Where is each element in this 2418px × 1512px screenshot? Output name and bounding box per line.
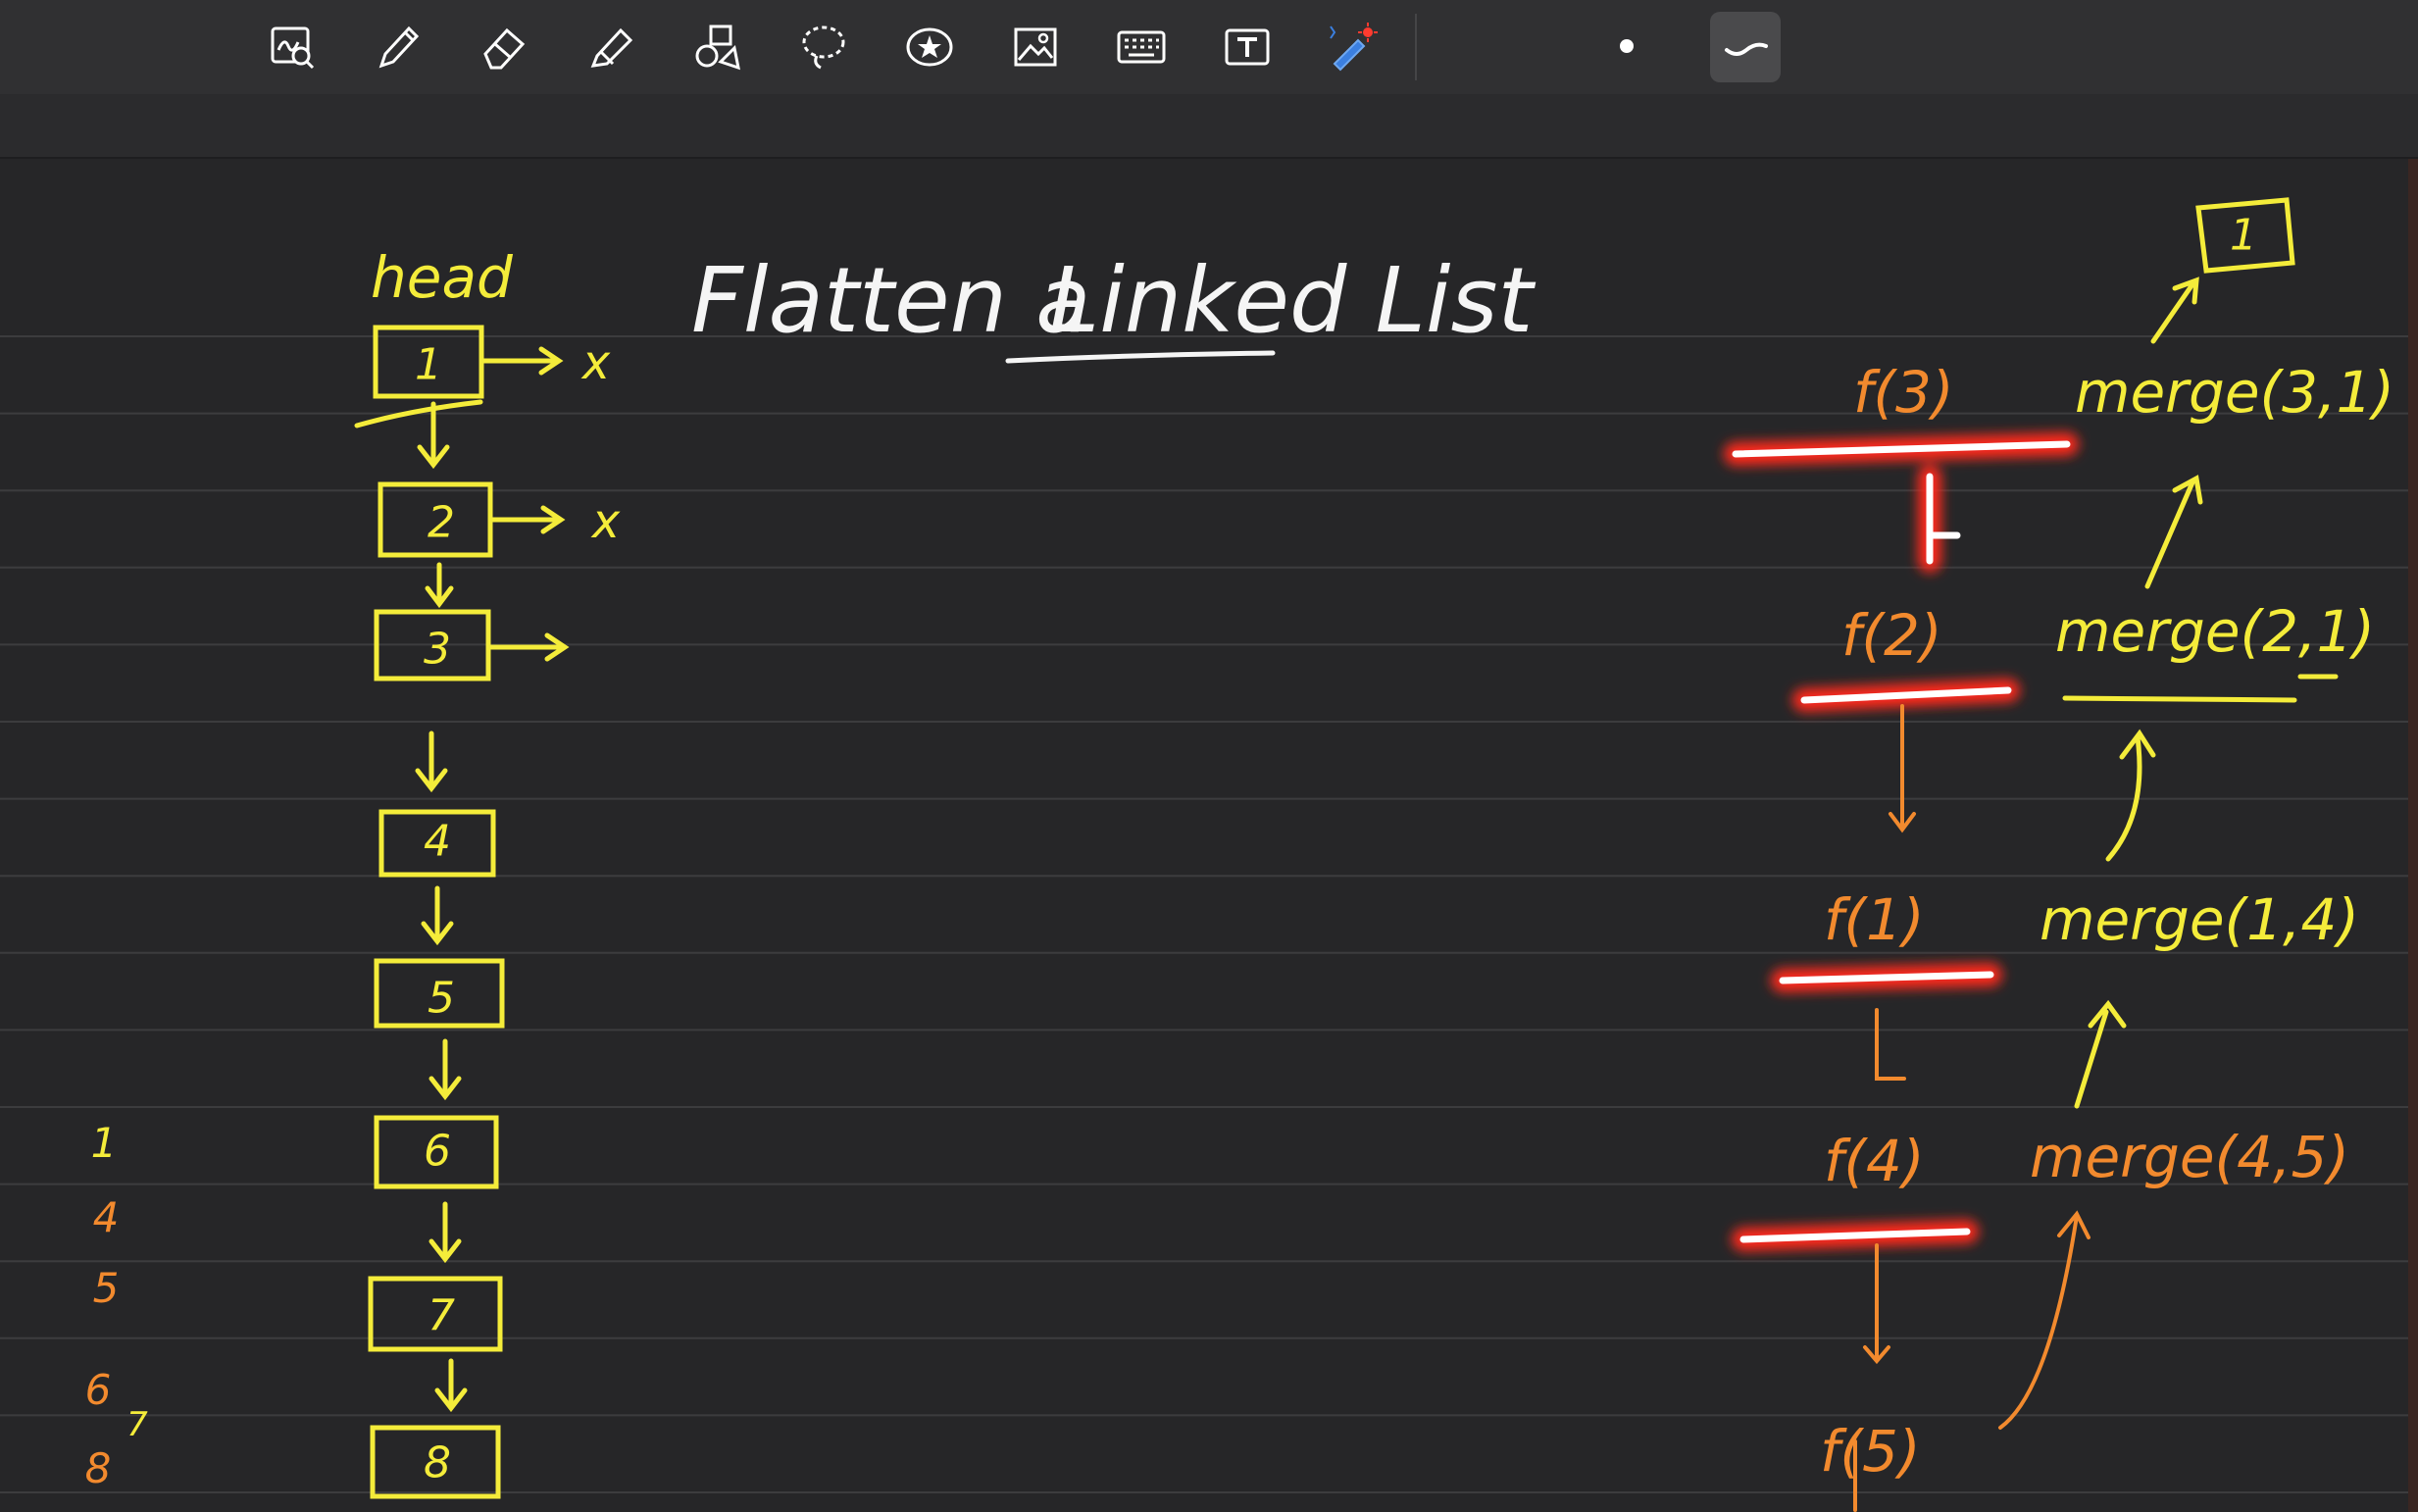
side-number: 7: [126, 1405, 148, 1444]
eraser-icon: [483, 27, 526, 70]
null-mark: x: [590, 494, 621, 549]
result-box: 1: [2150, 197, 2295, 344]
keyboard-tool[interactable]: [1106, 12, 1177, 82]
side-number: 8: [85, 1444, 112, 1492]
sticker-tool[interactable]: [894, 12, 965, 82]
list-node: 5: [374, 958, 505, 1029]
stroke-size-icon[interactable]: [1620, 39, 1634, 53]
laser-pointer-icon: [1330, 23, 1378, 72]
laser-strokes: [1724, 432, 2079, 1251]
toolbar: [0, 0, 2418, 94]
call-label: f(4): [1824, 1128, 1925, 1194]
merge-label: merge(3,1): [2075, 359, 2394, 426]
side-number: 1: [91, 1119, 118, 1167]
keyboard-icon: [1117, 30, 1166, 64]
list-node: 2: [378, 481, 493, 558]
shapes-icon: [695, 25, 740, 71]
call-label: f(1): [1824, 886, 1925, 953]
title-text-part1: Flatten a: [691, 248, 1091, 353]
node-value: 3: [424, 625, 451, 675]
curve-stroke-tool[interactable]: [1710, 12, 1781, 82]
node-value: 8: [424, 1438, 451, 1488]
merge-label: merge(4,5): [2030, 1124, 2349, 1190]
side-number: 4: [93, 1193, 120, 1241]
highlighter-tool[interactable]: [577, 12, 647, 82]
side-number: 5: [93, 1264, 120, 1312]
linked-list: 1 2 3 4 5 6 7 8 x x: [354, 325, 621, 1499]
zoom-window-icon: [271, 26, 315, 70]
result-value: 1: [2230, 211, 2257, 261]
call-label: f(5): [1820, 1418, 1921, 1485]
call-label: f(2): [1841, 602, 1942, 669]
curve-stroke-icon: [1725, 42, 1768, 56]
image-tool[interactable]: [1000, 12, 1071, 82]
shapes-tool[interactable]: [682, 12, 753, 82]
list-node: 1: [373, 325, 484, 399]
call-label: f(3): [1853, 359, 1954, 426]
notebook-canvas[interactable]: Flatten a Linked List head 1 2 3 4 5 6 7…: [0, 159, 2418, 1512]
list-node: 4: [378, 809, 496, 878]
image-icon: [1014, 27, 1057, 67]
node-value: 7: [428, 1291, 455, 1341]
node-value: 2: [428, 498, 455, 548]
title: Flatten a Linked List: [691, 248, 1536, 364]
text-box-icon: [1225, 28, 1270, 66]
title-text-part2: Linked List: [1049, 248, 1536, 353]
list-node: 8: [370, 1425, 501, 1499]
text-box-tool[interactable]: [1212, 12, 1283, 82]
title-underline: [1005, 350, 1276, 364]
sticker-icon: [906, 27, 953, 67]
zoom-window-tool[interactable]: [257, 12, 327, 82]
list-node: 6: [374, 1115, 499, 1189]
laser-pointer-tool[interactable]: [1316, 12, 1386, 82]
merge-label: merge(2,1): [2055, 598, 2375, 665]
side-numbers: 1 4 5 6 7 8: [85, 1119, 149, 1492]
pen-tool[interactable]: [363, 12, 433, 82]
eraser-tool[interactable]: [469, 12, 539, 82]
pen-icon: [378, 25, 420, 69]
node-value: 4: [424, 817, 451, 867]
whiteboard-drawing: Flatten a Linked List head 1 2 3 4 5 6 7…: [0, 159, 2418, 1512]
toolbar-divider: [1415, 14, 1417, 80]
side-number: 6: [85, 1366, 112, 1414]
node-value: 1: [415, 340, 442, 390]
lasso-icon: [802, 25, 845, 70]
head-label: head: [371, 244, 514, 311]
secondary-toolbar-strip: [0, 94, 2418, 159]
edge-strip: [2408, 159, 2418, 1512]
node-value: 6: [424, 1127, 451, 1177]
lasso-tool[interactable]: [788, 12, 859, 82]
node-value: 5: [428, 974, 455, 1024]
merge-label: merge(1,4): [2040, 886, 2359, 953]
merge-calls: merge(3,1) merge(2,1) merge(1,4) merge(4…: [2030, 359, 2394, 1190]
highlighter-icon: [590, 27, 633, 68]
null-mark: x: [580, 335, 611, 390]
